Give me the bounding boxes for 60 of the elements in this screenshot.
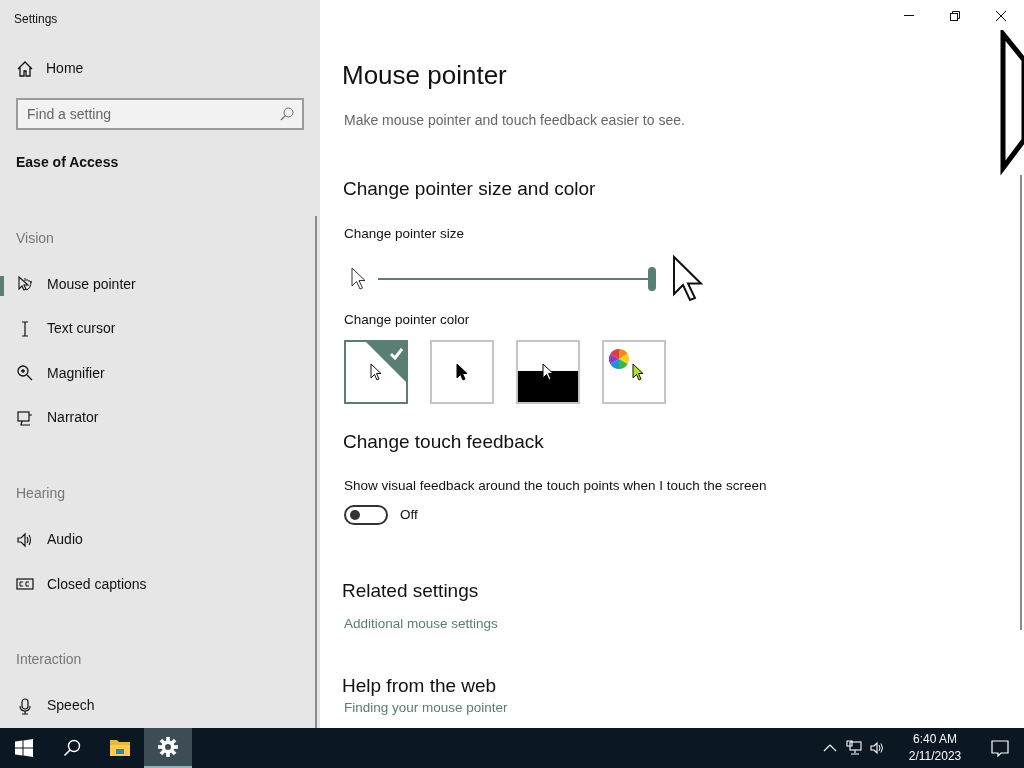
group-heading: Hearing bbox=[15, 484, 67, 504]
microphone-icon bbox=[16, 696, 34, 715]
link[interactable]: Additional mouse settings bbox=[344, 613, 498, 634]
small-pointer-icon bbox=[350, 265, 368, 292]
clock-date[interactable]: 2/11/2023 bbox=[908, 748, 962, 765]
pointer-color-option[interactable] bbox=[516, 340, 580, 404]
nav-item[interactable]: Magnifier bbox=[47, 362, 105, 384]
toggle-switch[interactable] bbox=[344, 504, 388, 525]
inverted-pointer-icon bbox=[542, 363, 554, 381]
close-icon bbox=[995, 10, 1007, 22]
monitor-icon bbox=[846, 740, 862, 756]
field-label: Change pointer color bbox=[344, 310, 470, 329]
search-field[interactable]: Find a setting bbox=[16, 97, 304, 130]
pointer-icon bbox=[632, 363, 644, 381]
speaker-icon bbox=[870, 740, 886, 756]
link[interactable]: Finding your mouse pointer bbox=[344, 699, 508, 716]
nav-item[interactable]: Audio bbox=[47, 529, 83, 551]
solid-pointer-icon bbox=[456, 363, 468, 381]
nav-item[interactable]: Mouse pointer bbox=[47, 273, 136, 295]
taskbar-app[interactable] bbox=[144, 728, 192, 768]
clock-time[interactable]: 6:40 AM bbox=[913, 731, 957, 748]
color-wheel-icon bbox=[609, 349, 629, 369]
magnifier-icon bbox=[16, 364, 34, 383]
section-heading: Change touch feedback bbox=[343, 430, 544, 454]
pointer-color-option[interactable] bbox=[602, 340, 666, 404]
search-icon bbox=[63, 739, 81, 757]
field-label: Show visual feedback around the touch points when I touch the screen bbox=[344, 476, 767, 495]
outlined-pointer-icon bbox=[370, 363, 382, 381]
section-heading: Change pointer size and color bbox=[343, 177, 596, 201]
nav-item[interactable]: Text cursor bbox=[47, 318, 116, 340]
search-icon bbox=[280, 106, 294, 121]
group-heading: Vision bbox=[15, 228, 55, 248]
page-title: Mouse pointer bbox=[342, 59, 507, 92]
section-title: Ease of Access bbox=[15, 152, 120, 172]
home-icon bbox=[16, 59, 34, 78]
home-link[interactable]: Home bbox=[46, 58, 84, 79]
field-label: Change pointer size bbox=[344, 224, 465, 243]
pointer-color-option[interactable] bbox=[344, 340, 408, 404]
windows-logo-icon bbox=[15, 739, 33, 757]
scrollbar[interactable] bbox=[315, 216, 317, 728]
pointer-color-option[interactable] bbox=[430, 340, 494, 404]
group-heading: Interaction bbox=[15, 650, 83, 670]
toggle-state-label: Off bbox=[400, 505, 418, 524]
folder-icon bbox=[109, 737, 131, 759]
slider-thumb[interactable] bbox=[648, 266, 656, 291]
nav-item[interactable]: Speech bbox=[47, 695, 95, 717]
window-title: Settings bbox=[13, 11, 59, 28]
mouse-cursor-icon bbox=[1000, 30, 1024, 178]
speaker-icon bbox=[16, 530, 34, 549]
section-heading: Related settings bbox=[342, 579, 479, 603]
description: Make mouse pointer and touch feedback easier to see. bbox=[344, 111, 685, 130]
scrollbar[interactable] bbox=[1020, 175, 1022, 630]
chat-bubble-icon bbox=[991, 739, 1009, 757]
section-heading: Help from the web bbox=[342, 673, 497, 698]
check-corner-icon bbox=[366, 342, 406, 382]
nav-item[interactable]: Narrator bbox=[47, 407, 99, 429]
gear-icon bbox=[158, 737, 178, 757]
nav-item[interactable]: Closed captions bbox=[47, 573, 147, 595]
restore-icon bbox=[949, 10, 961, 22]
size-slider[interactable] bbox=[378, 266, 656, 291]
